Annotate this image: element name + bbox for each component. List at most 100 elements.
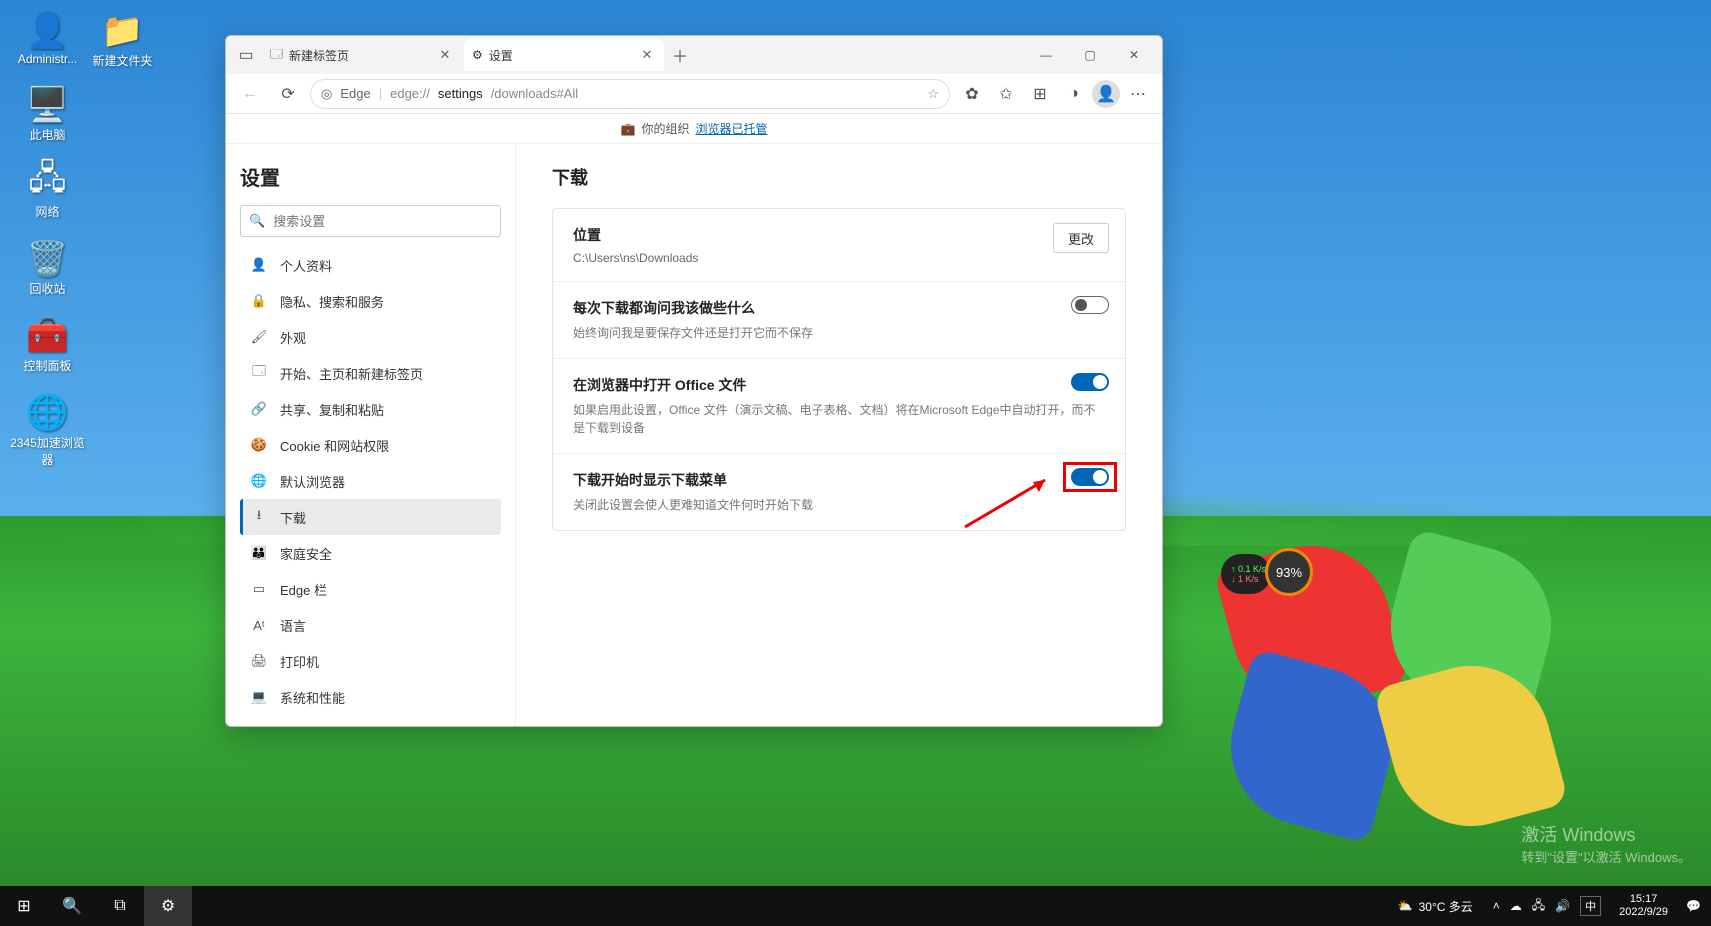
briefcase-icon: 💼 <box>621 122 636 136</box>
start-button[interactable]: ⊞ <box>0 886 48 926</box>
new-tab-button[interactable]: ＋ <box>666 41 694 69</box>
row-title: 位置 <box>573 225 1105 245</box>
network-icon[interactable]: 🖧 <box>1532 896 1545 917</box>
favorites-icon[interactable]: ✩ <box>990 78 1022 110</box>
nav-language[interactable]: Aᵗ语言 <box>240 607 501 643</box>
managed-banner: 💼 你的组织浏览器已托管 <box>226 114 1162 144</box>
settings-title: 设置 <box>240 162 501 191</box>
desktop-icon-thispc[interactable]: 🖥️此电脑 <box>10 84 85 143</box>
ime-indicator[interactable]: 中 <box>1580 896 1601 916</box>
row-title: 每次下载都询问我该做些什么 <box>573 298 1105 318</box>
nav-label: 个人资料 <box>280 256 332 275</box>
tab-newtab[interactable]: 🗔 新建标签页 ✕ <box>262 39 462 71</box>
collections-icon[interactable]: ⊞ <box>1024 78 1056 110</box>
row-desc: 关闭此设置会使人更难知道文件何时开始下载 <box>573 496 1105 514</box>
settings-taskbar-button[interactable]: ⚙ <box>144 886 192 926</box>
search-button[interactable]: 🔍 <box>48 886 96 926</box>
nav-label: 家庭安全 <box>280 544 332 563</box>
nav-cookies[interactable]: 🍪Cookie 和网站权限 <box>240 427 501 463</box>
settings-sidebar: 设置 🔍 👤 个人资料 🔒隐私、搜索和服务 🖌外观 🗔开始、主页和新建标签页 🔗共… <box>226 144 516 726</box>
desktop-icon-newfolder[interactable]: 📁新建文件夹 <box>85 10 160 69</box>
date: 2022/9/29 <box>1619 906 1668 919</box>
search-input[interactable] <box>273 214 492 229</box>
desktop-icon-control[interactable]: 🧰控制面板 <box>10 315 85 374</box>
menu-button[interactable]: ⋯ <box>1122 78 1154 110</box>
time: 15:17 <box>1619 893 1668 906</box>
clock[interactable]: 15:17 2022/9/29 <box>1611 893 1676 919</box>
close-icon[interactable]: ✕ <box>638 46 656 64</box>
url-prefix: Edge <box>340 86 370 101</box>
extensions-icon[interactable]: ✿ <box>956 78 988 110</box>
icon-label: 此电脑 <box>29 126 65 143</box>
minimize-button[interactable]: ― <box>1024 39 1068 71</box>
nav-label: 下载 <box>280 508 306 527</box>
nav-share[interactable]: 🔗共享、复制和粘贴 <box>240 391 501 427</box>
system-icon: 💻 <box>250 689 268 705</box>
browser-essentials-icon[interactable]: ◑ <box>1058 78 1090 110</box>
icon-label: 新建文件夹 <box>92 52 152 69</box>
tab-strip: ▭ 🗔 新建标签页 ✕ ⚙ 设置 ✕ ＋ ― ▢ ✕ <box>226 36 1162 74</box>
settings-search[interactable]: 🔍 <box>240 205 501 237</box>
nav-edgebar[interactable]: ▭Edge 栏 <box>240 571 501 607</box>
maximize-button[interactable]: ▢ <box>1068 39 1112 71</box>
nav-start[interactable]: 🗔开始、主页和新建标签页 <box>240 355 501 391</box>
separator: | <box>379 86 382 101</box>
close-button[interactable]: ✕ <box>1112 39 1156 71</box>
weather-widget[interactable]: ⛅ 30°C 多云 <box>1388 898 1483 915</box>
change-location-button[interactable]: 更改 <box>1053 223 1109 253</box>
share-icon: 🔗 <box>250 401 268 417</box>
desktop-icon-recycle[interactable]: 🗑️回收站 <box>10 238 85 297</box>
desktop-icon-2345[interactable]: 🌐2345加速浏览器 <box>10 392 85 468</box>
close-icon[interactable]: ✕ <box>436 46 454 64</box>
nav-privacy[interactable]: 🔒隐私、搜索和服务 <box>240 283 501 319</box>
language-icon: Aᵗ <box>250 618 268 633</box>
tab-actions-button[interactable]: ▭ <box>232 41 260 69</box>
row-desc: 如果启用此设置，Office 文件（演示文稿、电子表格、文档）将在Microso… <box>573 401 1105 437</box>
back-button[interactable]: ← <box>234 78 266 110</box>
url-host: settings <box>438 86 483 101</box>
refresh-button[interactable]: ⟳ <box>272 78 304 110</box>
globe-icon: 🌐 <box>250 473 268 489</box>
pc-icon: 🖥️ <box>27 84 69 126</box>
nav-profile[interactable]: 👤 个人资料 <box>240 247 501 283</box>
onedrive-icon[interactable]: ☁ <box>1510 899 1522 913</box>
toggle-showmenu[interactable] <box>1071 468 1109 486</box>
system-tray: ⛅ 30°C 多云 ˄ ☁ 🖧 🔊 中 15:17 2022/9/29 💬 <box>1388 893 1711 919</box>
favorite-icon[interactable]: ☆ <box>927 86 939 102</box>
nav-label: 打印机 <box>280 652 319 671</box>
tray-chevron-icon[interactable]: ˄ <box>1493 899 1500 913</box>
toggle-office[interactable] <box>1071 373 1109 391</box>
download-icon: ⭳ <box>250 506 268 528</box>
desktop-icon-network[interactable]: 🖧网络 <box>10 161 85 220</box>
nav-appearance[interactable]: 🖌外观 <box>240 319 501 355</box>
nav-default[interactable]: 🌐 默认浏览器 <box>240 463 501 499</box>
nav-label: 外观 <box>280 328 306 347</box>
notifications-icon[interactable]: 💬 <box>1686 899 1701 913</box>
activation-watermark: 激活 Windows 转到"设置"以激活 Windows。 <box>1521 821 1691 866</box>
browser-toolbar: ← → ⟳ ◎ Edge | edge://settings/downloads… <box>226 74 1162 114</box>
tab-settings[interactable]: ⚙ 设置 ✕ <box>464 39 664 71</box>
profile-button[interactable]: 👤 <box>1092 80 1120 108</box>
nav-system[interactable]: 💻系统和性能 <box>240 679 501 715</box>
desktop-icons: 👤Administr... 🖥️此电脑 🖧网络 🗑️回收站 🧰控制面板 🌐234… <box>10 10 85 468</box>
control-icon: 🧰 <box>27 315 69 357</box>
icon-label: 2345加速浏览器 <box>10 434 85 468</box>
row-showmenu: 下载开始时显示下载菜单 关闭此设置会使人更难知道文件何时开始下载 <box>553 454 1125 530</box>
nav-downloads[interactable]: ⭳ 下载 <box>240 499 501 535</box>
volume-icon[interactable]: 🔊 <box>1555 899 1570 913</box>
managed-text: 你的组织 <box>641 120 689 137</box>
address-bar[interactable]: ◎ Edge | edge://settings/downloads#All ☆ <box>310 79 950 109</box>
toggle-ask[interactable] <box>1071 296 1109 314</box>
profile-icon: 👤 <box>250 257 268 273</box>
icon-label: 控制面板 <box>23 357 71 374</box>
managed-link[interactable]: 浏览器已托管 <box>695 120 767 137</box>
nav-reset[interactable]: ↺重置设置 <box>240 715 501 726</box>
battery-widget[interactable]: 93% <box>1265 548 1313 596</box>
nav-family[interactable]: 👪家庭安全 <box>240 535 501 571</box>
desktop-icon-admin[interactable]: 👤Administr... <box>10 10 85 66</box>
nav-label: 默认浏览器 <box>280 472 345 491</box>
network-speed-widget[interactable]: ↑ 0.1 K/s ↓ 1 K/s <box>1221 554 1271 594</box>
gear-icon: ⚙ <box>472 48 483 62</box>
taskview-button[interactable]: ⧉ <box>96 886 144 926</box>
nav-printers[interactable]: 🖨打印机 <box>240 643 501 679</box>
